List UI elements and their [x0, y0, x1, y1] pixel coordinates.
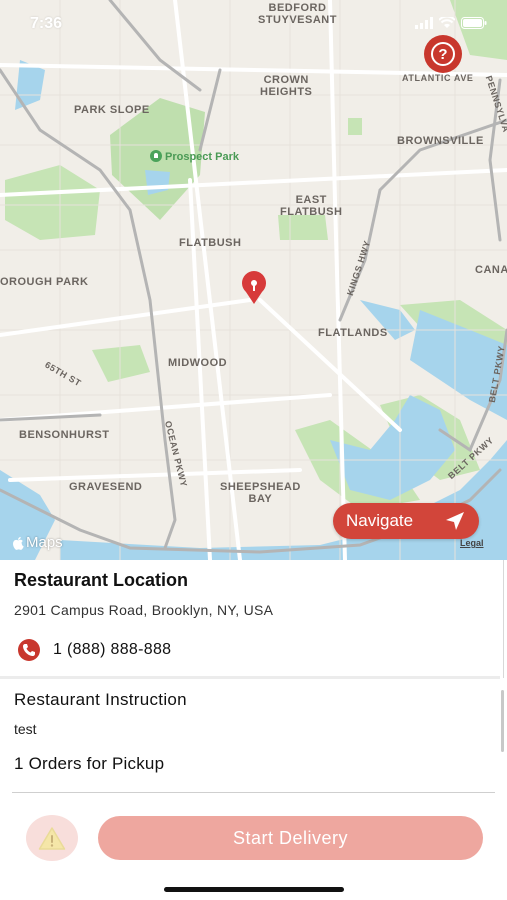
start-delivery-button[interactable]: Start Delivery — [98, 816, 483, 860]
restaurant-instruction-title: Restaurant Instruction — [14, 690, 187, 709]
restaurant-address: 2901 Campus Road, Brooklyn, NY, USA — [14, 602, 274, 618]
navigation-arrow-icon — [446, 512, 464, 530]
bottom-action-bar: Start Delivery — [0, 795, 507, 900]
map-label-flatlands: FLATLANDS — [318, 327, 388, 339]
apple-logo-icon — [13, 536, 24, 550]
map-label-flatbush: FLATBUSH — [179, 237, 242, 249]
map-label-bensonhurst: BENSONHURST — [19, 429, 110, 441]
section-divider — [12, 792, 495, 793]
restaurant-details-panel: Restaurant Location 2901 Campus Road, Br… — [0, 560, 507, 795]
start-delivery-label: Start Delivery — [232, 827, 349, 848]
alert-button[interactable] — [26, 815, 78, 861]
map-label-prospect-park: Prospect Park — [150, 150, 239, 163]
status-time: 7:36 — [30, 15, 63, 32]
restaurant-location-title: Restaurant Location — [14, 570, 189, 590]
status-icons — [415, 17, 487, 29]
panel-border — [503, 560, 504, 678]
home-indicator[interactable] — [164, 887, 344, 892]
scroll-indicator[interactable] — [501, 690, 504, 752]
map-label-atlantic-ave: ATLANTIC AVE — [402, 73, 474, 83]
map-label-midwood: MIDWOOD — [168, 357, 228, 369]
delivery-screen: BEDFORD STUYVESANT CROWN HEIGHTS ATLANTI… — [0, 0, 507, 900]
signal-icon — [415, 17, 433, 29]
map-label-borough-park: OROUGH PARK — [0, 276, 89, 288]
phone-number: 1 (888) 888-888 — [53, 641, 172, 658]
maps-attribution: Maps — [12, 534, 63, 551]
park-icon — [150, 150, 162, 162]
navigate-label: Navigate — [346, 511, 414, 530]
warning-icon — [38, 826, 66, 850]
map-view[interactable]: BEDFORD STUYVESANT CROWN HEIGHTS ATLANTI… — [0, 0, 507, 560]
orders-for-pickup: 1 Orders for Pickup — [14, 754, 165, 773]
map-label-gravesend: GRAVESEND — [69, 481, 143, 493]
help-button[interactable]: ? — [424, 35, 462, 73]
location-pin-icon[interactable] — [236, 270, 272, 306]
question-icon: ? — [431, 42, 455, 66]
map-label-park-slope: PARK SLOPE — [74, 104, 150, 116]
restaurant-instruction-text: test — [14, 721, 37, 737]
phone-row[interactable]: 1 (888) 888-888 — [18, 639, 171, 661]
maps-text: Maps — [26, 534, 63, 551]
phone-icon — [18, 639, 40, 661]
section-divider — [0, 676, 500, 679]
map-label-east-flatbush: EAST FLATBUSH — [280, 194, 343, 218]
navigate-button[interactable]: Navigate — [333, 503, 479, 539]
map-label-canarsie: CANA — [475, 264, 507, 276]
map-label-brownsville: BROWNSVILLE — [397, 135, 484, 147]
legal-link[interactable]: Legal — [460, 538, 484, 548]
map-label-sheepshead-bay: SHEEPSHEAD BAY — [220, 481, 301, 505]
wifi-icon — [439, 17, 455, 28]
battery-icon — [461, 17, 487, 29]
map-label-crown-heights: CROWN HEIGHTS — [260, 74, 313, 98]
prospect-park-text: Prospect Park — [165, 151, 239, 163]
